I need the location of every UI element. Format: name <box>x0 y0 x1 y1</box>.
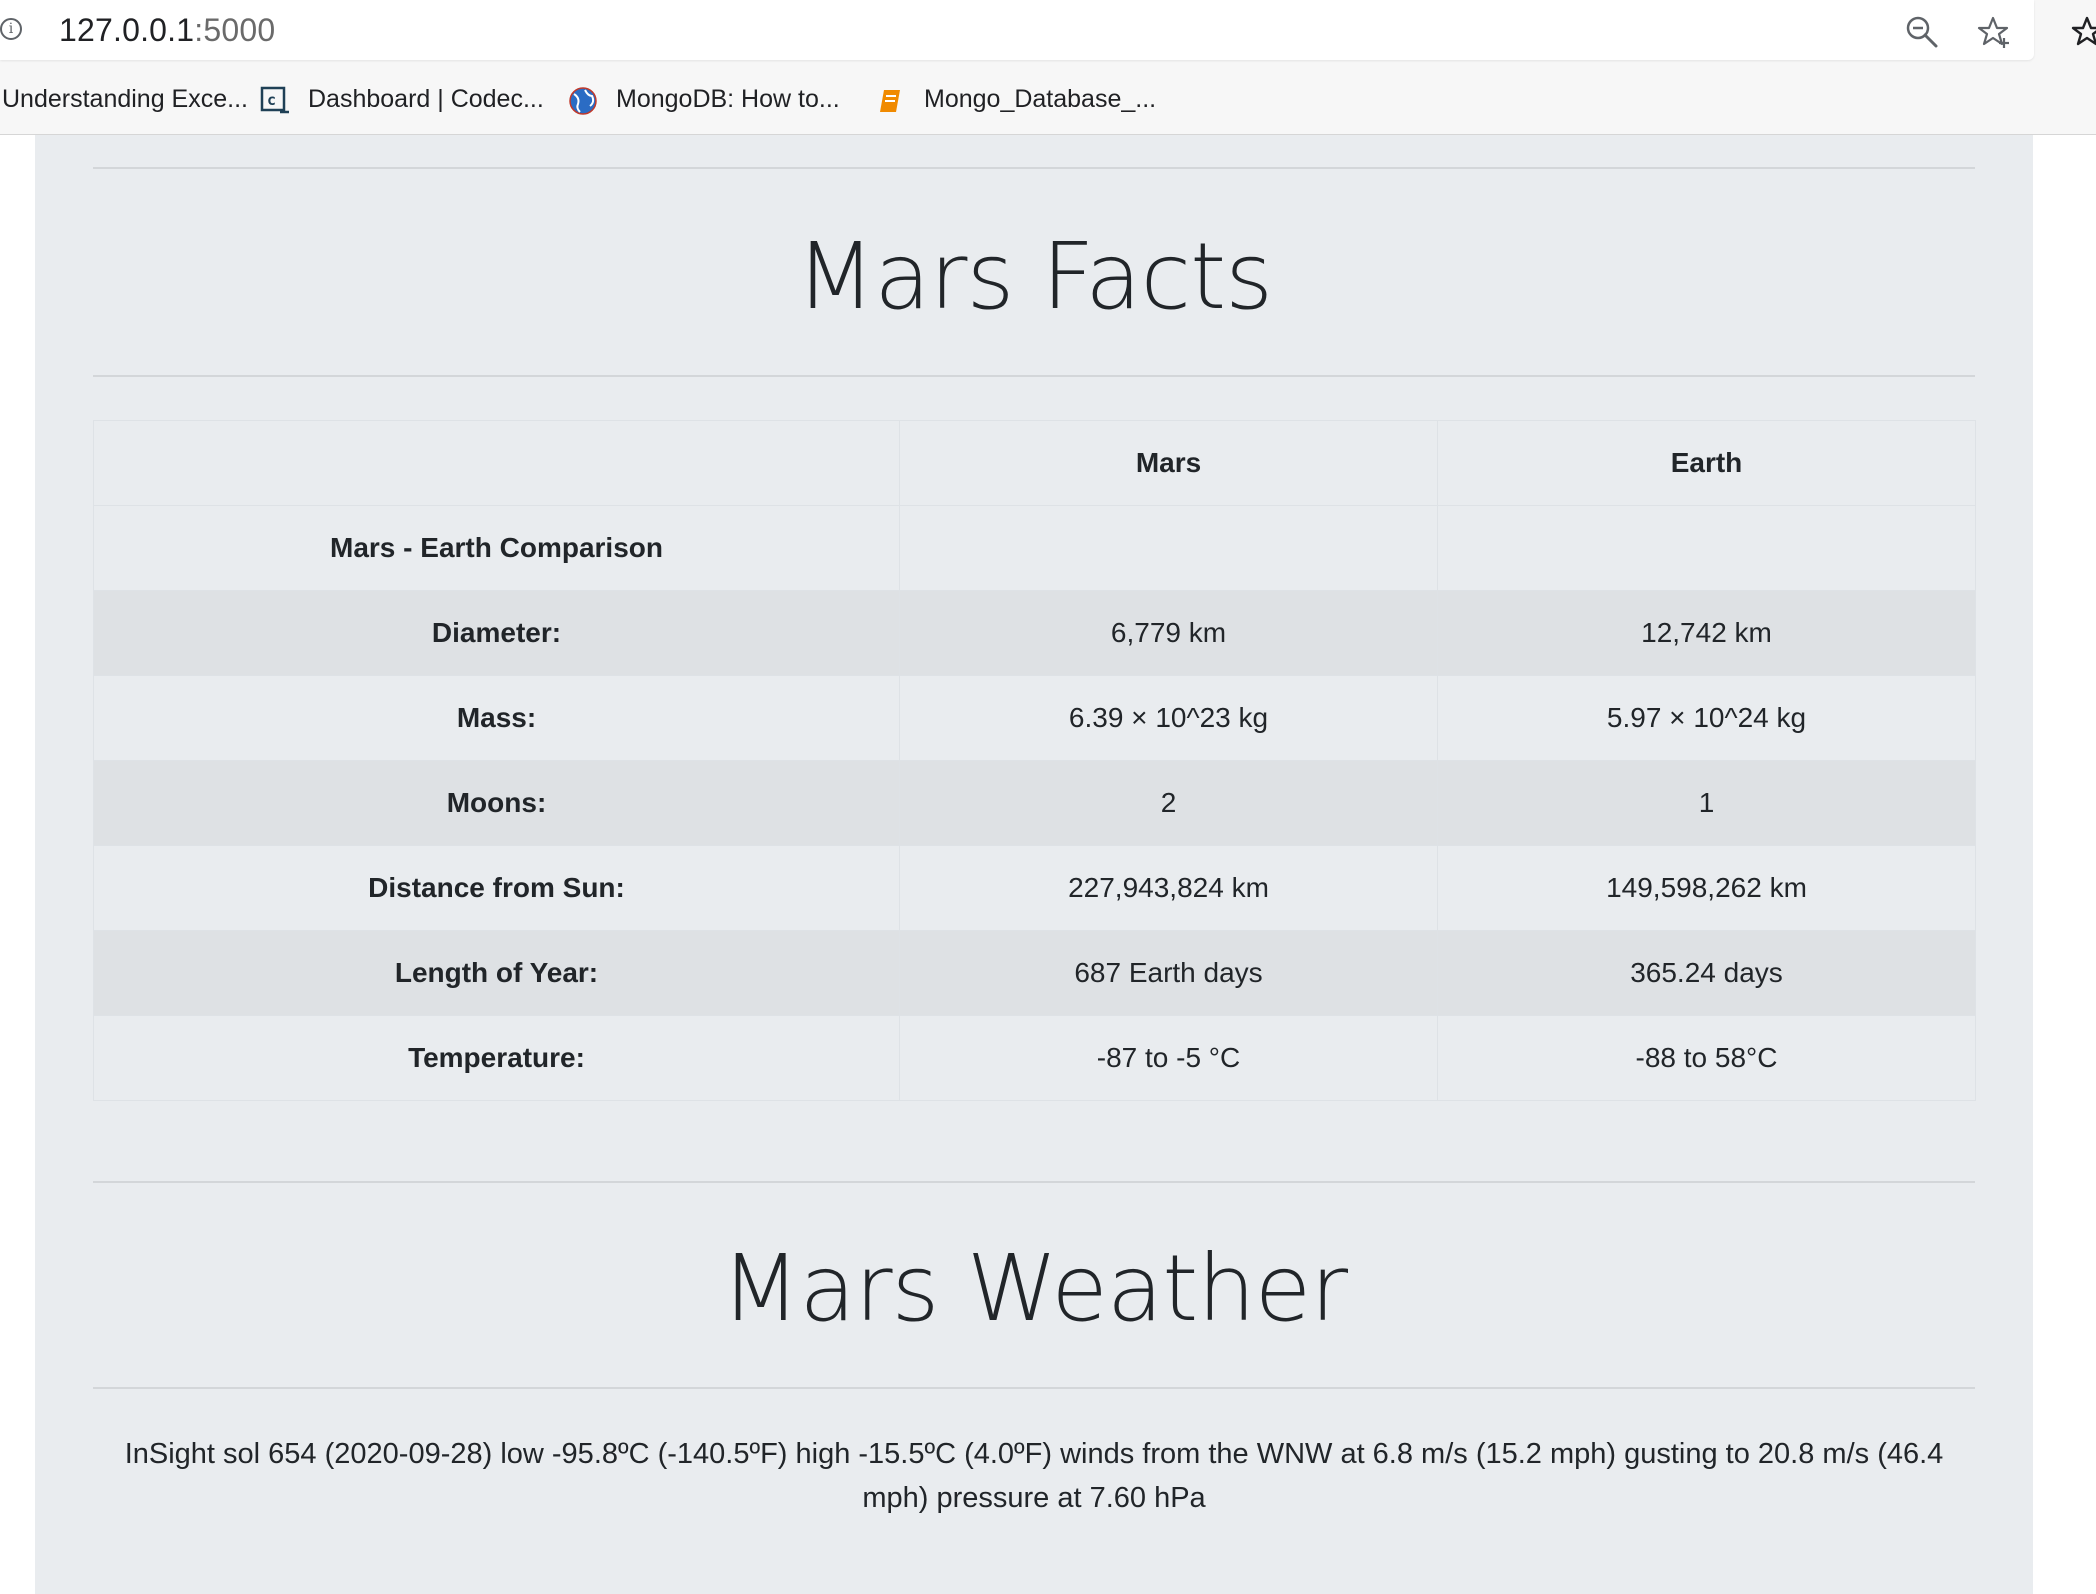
zoom-out-icon[interactable] <box>1904 14 1940 50</box>
table-row: Temperature: -87 to -5 °C -88 to 58°C <box>93 1015 1976 1101</box>
mars-value: 2 <box>899 760 1438 846</box>
table-row: Distance from Sun: 227,943,824 km 149,59… <box>93 845 1976 931</box>
earth-value: 5.97 × 10^24 kg <box>1437 675 1976 761</box>
browser-address-bar: i 127.0.0.1:5000 <box>0 0 2096 64</box>
globe-icon <box>569 87 597 115</box>
mars-value: 6,779 km <box>899 590 1438 676</box>
divider <box>93 1181 1975 1183</box>
table-header-row: Mars Earth <box>93 420 1976 506</box>
row-label: Moons: <box>93 760 900 846</box>
bookmark-item-dashboard[interactable]: Dashboard | Codec... <box>308 81 544 117</box>
earth-value <box>1437 505 1976 591</box>
bookmark-item-mongodb[interactable]: MongoDB: How to... <box>616 81 840 117</box>
mars-facts-table: Mars Earth Mars - Earth Comparison Diame… <box>93 420 1976 1101</box>
divider <box>93 375 1975 377</box>
row-label: Distance from Sun: <box>93 845 900 931</box>
earth-value: 149,598,262 km <box>1437 845 1976 931</box>
mars-value: -87 to -5 °C <box>899 1015 1438 1101</box>
bookmark-item-mongo-database[interactable]: Mongo_Database_... <box>924 81 1156 117</box>
mars-weather-title: Mars Weather <box>720 1235 1348 1342</box>
bookmark-label: Mongo_Database_... <box>924 85 1157 113</box>
divider <box>93 1387 1975 1389</box>
mars-weather-report: InSight sol 654 (2020-09-28) low -95.8ºC… <box>124 1438 1944 1514</box>
codecademy-icon: c <box>260 86 289 114</box>
earth-value: 12,742 km <box>1437 590 1976 676</box>
url-port: :5000 <box>194 12 276 48</box>
earth-value: -88 to 58°C <box>1437 1015 1976 1101</box>
bookmark-label: Dashboard | Codec... <box>308 85 544 113</box>
book-icon <box>880 90 900 112</box>
earth-value: 365.24 days <box>1437 930 1976 1016</box>
mars-value: 6.39 × 10^23 kg <box>899 675 1438 761</box>
table-row: Mass: 6.39 × 10^23 kg 5.97 × 10^24 kg <box>93 675 1976 761</box>
mars-facts-title: Mars Facts <box>795 223 1273 330</box>
bookmark-label: MongoDB: How to... <box>616 85 840 113</box>
row-label: Mars - Earth Comparison <box>93 505 900 591</box>
url-host: 127.0.0.1 <box>59 12 195 48</box>
svg-text:c: c <box>267 91 276 109</box>
page-content: Mars Facts Mars Earth Mars - Earth Compa… <box>35 135 2033 1594</box>
table-header-earth: Earth <box>1437 420 1976 506</box>
bookmark-item-understanding[interactable]: Understanding Exce... <box>2 81 248 117</box>
add-favorite-star-icon[interactable] <box>1976 14 2012 50</box>
table-row: Mars - Earth Comparison <box>93 505 1976 591</box>
table-row: Length of Year: 687 Earth days 365.24 da… <box>93 930 1976 1016</box>
mars-value: 227,943,824 km <box>899 845 1438 931</box>
table-header-mars: Mars <box>899 420 1438 506</box>
mars-value <box>899 505 1438 591</box>
table-row: Diameter: 6,779 km 12,742 km <box>93 590 1976 676</box>
favorites-star-icon[interactable] <box>2070 14 2096 50</box>
row-label: Length of Year: <box>93 930 900 1016</box>
row-label: Mass: <box>93 675 900 761</box>
mars-value: 687 Earth days <box>899 930 1438 1016</box>
url-field[interactable]: i 127.0.0.1:5000 <box>0 0 2034 60</box>
earth-value: 1 <box>1437 760 1976 846</box>
divider <box>93 167 1975 169</box>
row-label: Diameter: <box>93 590 900 676</box>
table-header-cell <box>93 420 900 506</box>
row-label: Temperature: <box>93 1015 900 1101</box>
bookmarks-bar: Understanding Exce... c Dashboard | Code… <box>0 64 2096 135</box>
url-text[interactable]: 127.0.0.1:5000 <box>59 12 275 49</box>
bookmark-label: Understanding Exce... <box>2 85 248 113</box>
table-row: Moons: 2 1 <box>93 760 1976 846</box>
info-icon[interactable]: i <box>0 18 22 40</box>
